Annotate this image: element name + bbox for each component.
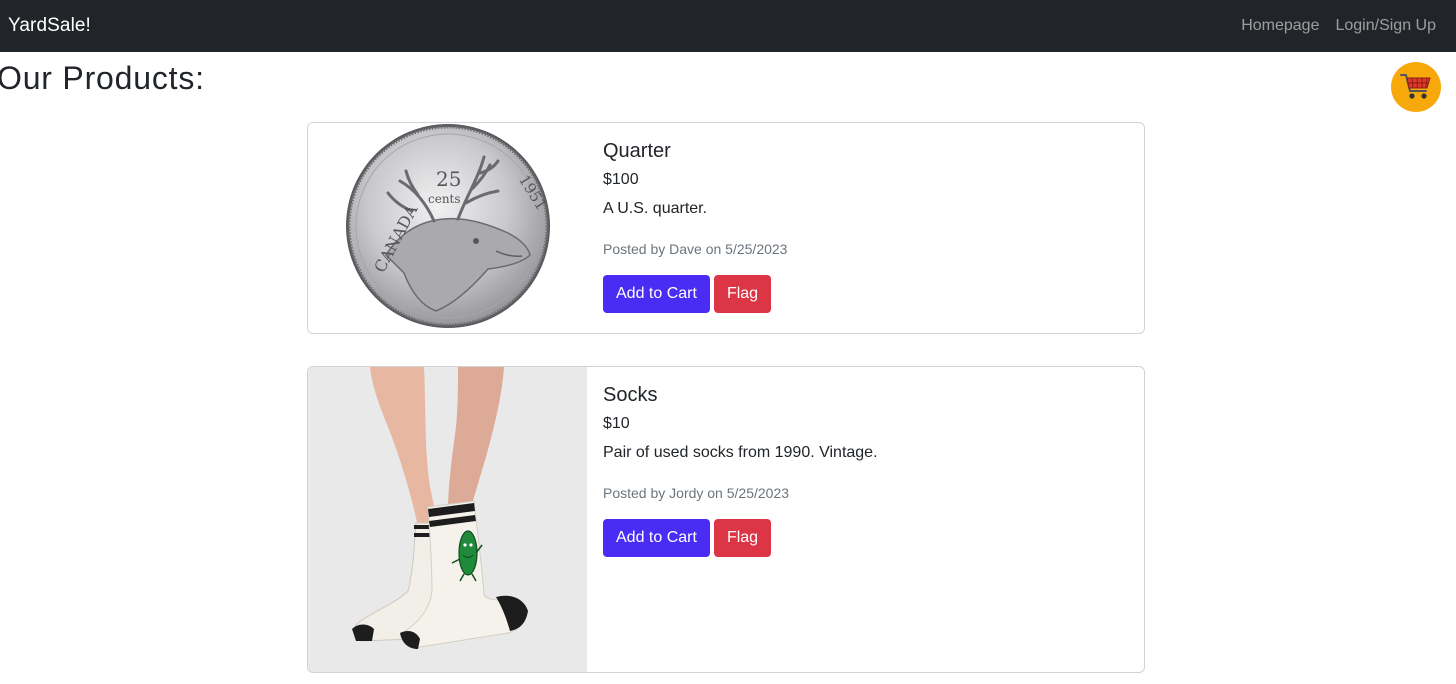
page-title: Our Products: [0,60,205,96]
cart-button[interactable] [1391,62,1441,112]
socks-photo [308,367,587,672]
navbar: YardSale! Homepage Login/Sign Up [0,0,1456,52]
product-posted-by: Posted by Jordy on 5/25/2023 [603,485,790,501]
shopping-cart-icon [1400,74,1431,99]
product-posted-by: Posted by Dave on 5/25/2023 [603,241,788,257]
svg-text:cents: cents [428,192,461,206]
product-price: $100 [603,171,639,188]
product-title: Quarter [603,140,671,162]
product-description: Pair of used socks from 1990. Vintage. [603,444,878,461]
product-title: Socks [603,384,658,406]
product-card-body: Socks $10 Pair of used socks from 1990. … [587,367,1144,672]
product-card-socks: Socks $10 Pair of used socks from 1990. … [307,366,1145,673]
product-description: A U.S. quarter. [603,200,708,217]
product-actions: Add to Cart Flag [603,275,1128,313]
product-card-body: Quarter $100 A U.S. quarter. Posted by D… [587,123,1144,333]
add-to-cart-button[interactable]: Add to Cart [603,519,710,557]
product-price: $10 [603,415,630,432]
product-actions: Add to Cart Flag [603,519,1128,557]
flag-button[interactable]: Flag [713,275,772,313]
brand-link[interactable]: YardSale! [8,15,91,37]
nav-link-homepage[interactable]: Homepage [1241,17,1319,35]
product-card-quarter: 25 cents CANADA 1951 Quarter $100 A U.S.… [307,122,1145,334]
coin-photo: 25 cents CANADA 1951 [308,123,587,333]
add-to-cart-button[interactable]: Add to Cart [603,275,710,313]
nav-link-login-signup[interactable]: Login/Sign Up [1335,17,1436,35]
flag-button[interactable]: Flag [713,519,772,557]
nav-links: Homepage Login/Sign Up [1241,17,1436,35]
svg-text:25: 25 [436,167,461,191]
